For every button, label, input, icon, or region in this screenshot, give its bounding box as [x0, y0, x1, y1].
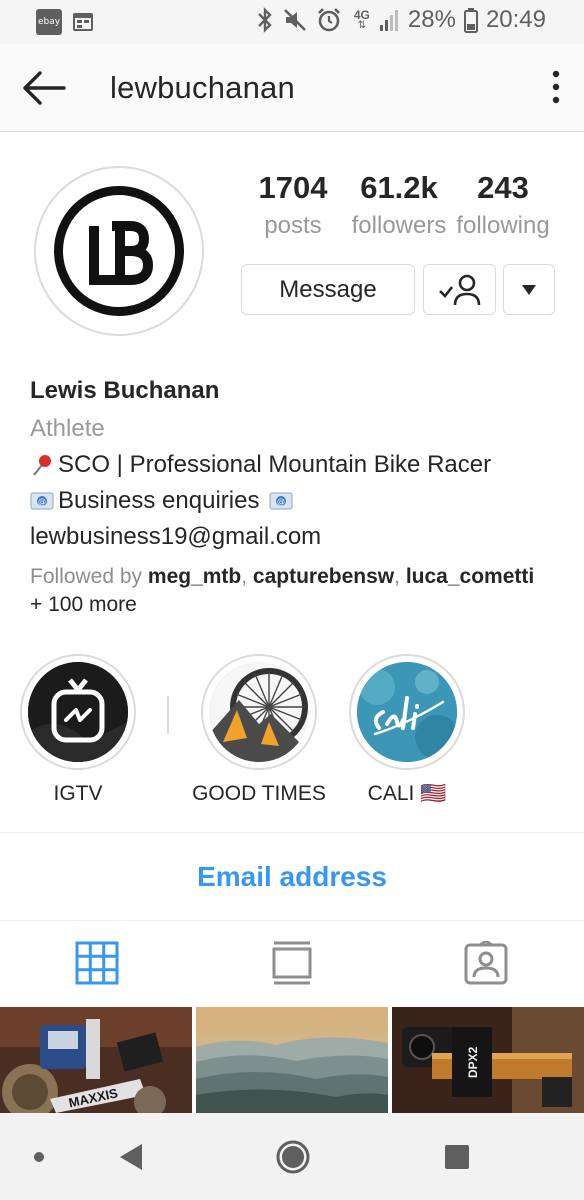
bio-category: Athlete: [30, 415, 105, 442]
triangle-down-icon: [522, 284, 536, 295]
header-username: lewbuchanan: [110, 70, 295, 105]
bio-email[interactable]: lewbusiness19@gmail.com: [30, 523, 570, 551]
followed-by[interactable]: Followed by meg_mtb, capturebensw, luca_…: [30, 563, 570, 619]
photo-grid: MAXXIS DPX2: [0, 1007, 584, 1113]
cali-shape: [357, 662, 457, 762]
email-envelope-icon-2: @: [269, 492, 293, 510]
profile-avatar[interactable]: [34, 166, 204, 336]
pushpin-icon: [33, 455, 51, 476]
email-row: Email address: [0, 832, 584, 921]
svg-text:DPX2: DPX2: [466, 1046, 480, 1078]
alarm-icon: [317, 8, 340, 32]
stat-followers[interactable]: 61.2k followers: [344, 170, 454, 240]
followed-by-prefix: Followed by: [30, 565, 148, 588]
following-button[interactable]: [423, 264, 496, 315]
stat-following-value: 243: [477, 170, 529, 205]
mutual-follower-2[interactable]: capturebensw: [253, 565, 394, 588]
back-arrow-icon[interactable]: [20, 68, 68, 108]
email-envelope-icon: @: [30, 492, 54, 510]
grid-photo-bike-parts[interactable]: MAXXIS: [0, 1007, 192, 1113]
grid-icon[interactable]: [75, 941, 119, 985]
mountain-wheel-shape: [209, 664, 309, 762]
battery-percent: 28%: [407, 6, 456, 33]
grid-photo-shock[interactable]: DPX2: [392, 1007, 584, 1113]
app-header: lewbuchanan: [0, 44, 584, 132]
back-triangle-icon: [120, 1143, 142, 1170]
android-nav-bar: [0, 1113, 584, 1200]
highlight-divider: [167, 696, 169, 734]
stat-following[interactable]: 243 following: [450, 170, 556, 240]
lb-logo-icon: [89, 221, 154, 285]
highlight-ring: [349, 654, 465, 770]
nav-recents-button[interactable]: [432, 1113, 482, 1200]
stat-followers-value: 61.2k: [360, 170, 438, 205]
nav-back-button[interactable]: [106, 1113, 156, 1200]
calendar-notification-icon: [73, 13, 93, 31]
highlight-ring: [201, 654, 317, 770]
bio-line-2: @ Business enquiries @: [30, 487, 570, 515]
highlight-igtv[interactable]: IGTV: [3, 654, 153, 806]
ebay-notification-icon: ebay: [36, 9, 62, 35]
message-button[interactable]: Message: [241, 264, 415, 315]
igtv-icon: [28, 662, 128, 762]
highlight-label: GOOD TIMES: [192, 782, 326, 805]
stat-posts[interactable]: 1704 posts: [250, 170, 336, 240]
highlight-label: IGTV: [53, 782, 103, 805]
stat-following-label: following: [456, 212, 550, 239]
stat-posts-label: posts: [264, 212, 322, 239]
nav-dot[interactable]: [24, 1113, 54, 1200]
stat-followers-label: followers: [351, 212, 447, 239]
network-indicator: 4G ⇅: [354, 9, 370, 31]
profile-tabs: [0, 921, 584, 1007]
status-left-icons: ebay: [36, 9, 94, 35]
tagged-person-icon[interactable]: [464, 941, 508, 985]
story-highlights: IGTV GOOD TIMES CALI 🇺🇸: [0, 654, 584, 806]
status-right-icons: 4G ⇅ 28% 20:49: [256, 6, 546, 34]
highlight-cali[interactable]: CALI 🇺🇸: [332, 654, 482, 806]
feed-icon[interactable]: [270, 941, 314, 985]
dot-icon: [34, 1151, 44, 1162]
mutual-follower-3[interactable]: luca_cometti: [406, 565, 534, 588]
followed-separator: ,: [241, 565, 253, 588]
suggestions-dropdown-button[interactable]: [503, 264, 555, 315]
followed-separator: ,: [394, 565, 406, 588]
signal-icon: [379, 10, 398, 31]
bluetooth-icon: [258, 7, 272, 33]
data-arrows-icon: ⇅: [357, 20, 367, 31]
cali-icon: [357, 662, 457, 762]
followed-more[interactable]: + 100 more: [30, 593, 137, 616]
igtv-tv-shape: [28, 662, 128, 762]
shock-absorber-image: DPX2: [392, 1007, 584, 1113]
battery-icon: [463, 8, 478, 33]
bio-full-name: Lewis Buchanan: [30, 377, 220, 404]
home-circle-icon: [276, 1140, 310, 1173]
bike-parts-image: MAXXIS: [0, 1007, 192, 1113]
mountain-wheel-icon: [209, 662, 309, 762]
recents-square-icon: [445, 1144, 469, 1169]
nav-home-button[interactable]: [268, 1113, 318, 1200]
person-check-icon: [438, 274, 480, 305]
mutual-follower-1[interactable]: meg_mtb: [148, 565, 241, 588]
svg-text:@: @: [277, 497, 285, 506]
email-address-button[interactable]: Email address: [197, 861, 387, 893]
grid-photo-mountains[interactable]: [196, 1007, 388, 1113]
profile-bio: Lewis Buchanan Athlete SCO | Professiona…: [30, 377, 570, 619]
highlight-ring: [20, 654, 136, 770]
clock-time: 20:49: [485, 6, 546, 33]
mountains-image: [196, 1007, 388, 1113]
highlight-good-times[interactable]: GOOD TIMES: [184, 654, 334, 806]
highlight-label: CALI 🇺🇸: [367, 782, 447, 805]
stat-posts-value: 1704: [258, 170, 328, 205]
bio-line-1-text: SCO | Professional Mountain Bike Racer: [58, 451, 492, 478]
bio-line-1: SCO | Professional Mountain Bike Racer: [30, 451, 570, 479]
bio-line-2-text: Business enquiries: [58, 487, 260, 514]
more-vertical-icon[interactable]: [550, 70, 562, 104]
status-bar: ebay 4G ⇅ 28% 20:49: [0, 0, 584, 44]
svg-text:@: @: [38, 497, 46, 506]
profile-stats: 1704 posts 61.2k followers 243 following: [250, 170, 560, 250]
mute-icon: [283, 9, 306, 31]
